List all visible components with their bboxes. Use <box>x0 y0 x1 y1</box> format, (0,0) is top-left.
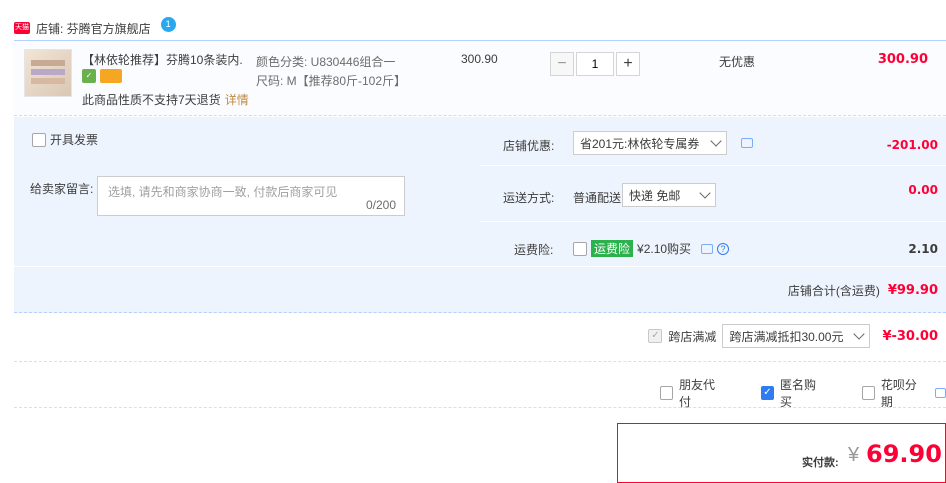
insurance-price: ¥2.10购买 <box>637 242 692 256</box>
shield-icon[interactable]: ✓ <box>82 69 96 83</box>
payment-summary: 实付款: ¥ 69.90 <box>617 423 946 483</box>
payment-amount: 69.90 <box>866 440 942 468</box>
message-placeholder: 选填, 请先和商家协商一致, 付款后商家可见 <box>108 185 338 199</box>
item-discount: 无优惠 <box>719 55 756 69</box>
shop-discount-label: 店铺优惠: <box>503 139 555 153</box>
message-label: 给卖家留言: <box>30 182 94 196</box>
comment-icon[interactable] <box>741 138 753 148</box>
product-thumbnail[interactable] <box>24 49 72 97</box>
invoice-checkbox[interactable] <box>32 132 46 147</box>
chevron-down-icon <box>710 134 722 147</box>
divider <box>14 266 946 267</box>
message-textarea[interactable]: 选填, 请先和商家协商一致, 付款后商家可见 0/200 <box>97 176 405 216</box>
cross-store-checkbox: ✓ <box>648 329 663 343</box>
shop-header: 天猫 店铺: 芬腾官方旗舰店 1 <box>14 16 176 38</box>
shop-total-label: 店铺合计(含运费) <box>787 284 880 298</box>
unit-price: 300.90 <box>461 52 498 66</box>
checkout-options: 朋友代付 ✓ 匿名购买 花呗分期 <box>660 376 946 410</box>
anonymous-checkbox[interactable]: ✓ <box>760 386 774 400</box>
shop-total-amount: ¥99.90 <box>887 283 938 298</box>
friend-pay-checkbox[interactable] <box>660 386 673 400</box>
insurance-option[interactable]: 运费险 ¥2.10购买 ? <box>573 240 730 257</box>
shipping-type: 普通配送 <box>573 191 622 205</box>
cross-store-discount: ✓ 跨店满减 跨店满减抵扣30.00元 ¥-30.00 <box>648 324 938 348</box>
huabei-label: 花呗分期 <box>880 378 917 409</box>
divider <box>14 361 946 362</box>
tmall-logo-icon: 天猫 <box>14 22 30 34</box>
insurance-tag: 运费险 <box>591 240 634 257</box>
anonymous-label: 匿名购买 <box>779 378 816 409</box>
cross-store-value: 跨店满减抵扣30.00元 <box>729 329 844 344</box>
return-policy-note: 此商品性质不支持7天退货 详情 <box>82 91 249 108</box>
product-title-link[interactable]: 【林依轮推荐】芬腾10条装内... <box>82 51 242 68</box>
friend-pay-label: 朋友代付 <box>678 378 715 409</box>
card-icon[interactable] <box>100 69 122 83</box>
insurance-amount: 2.10 <box>908 242 938 256</box>
service-badges: ✓ <box>82 69 122 83</box>
shipping-value: 快递 免邮 <box>629 188 681 203</box>
divider <box>480 165 946 166</box>
chevron-down-icon <box>853 327 866 340</box>
message-char-count: 0/200 <box>365 198 396 212</box>
huabei-checkbox[interactable] <box>861 386 875 400</box>
cross-store-label: 跨店满减 <box>668 329 717 344</box>
return-details-link[interactable]: 详情 <box>225 93 249 107</box>
chevron-down-icon <box>699 186 711 199</box>
insurance-label: 运费险: <box>514 243 554 257</box>
wangwang-chat-icon[interactable]: 1 <box>160 16 176 32</box>
help-icon[interactable]: ? <box>717 242 730 255</box>
divider <box>14 407 946 408</box>
return-policy-text: 此商品性质不支持7天退货 <box>82 93 221 107</box>
cross-store-select[interactable]: 跨店满减抵扣30.00元 <box>722 324 871 348</box>
shop-discount-value: 省201元:林依轮专属券 <box>580 136 700 151</box>
insurance-checkbox[interactable] <box>573 241 587 256</box>
item-subtotal: 300.90 <box>877 52 928 67</box>
invoice-label: 开具发票 <box>50 133 99 147</box>
payment-label: 实付款: <box>802 457 839 469</box>
qty-plus-button[interactable]: + <box>616 52 640 76</box>
currency-symbol: ¥ <box>848 444 860 466</box>
shop-discount-select[interactable]: 省201元:林依轮专属券 <box>573 131 727 155</box>
cross-store-amount: ¥-30.00 <box>882 328 938 344</box>
comment-icon[interactable] <box>934 388 946 398</box>
shop-total: 店铺合计(含运费) ¥99.90 <box>788 282 938 299</box>
divider <box>480 221 946 222</box>
sku-color: 颜色分类: U830446组合一 <box>256 55 396 69</box>
shop-name-link[interactable]: 店铺: 芬腾官方旗舰店 <box>36 20 151 37</box>
comment-icon[interactable] <box>701 243 714 254</box>
shipping-amount: 0.00 <box>908 183 938 197</box>
invoice-option[interactable]: 开具发票 <box>32 131 98 148</box>
shipping-label: 运送方式: <box>503 191 555 205</box>
qty-minus-button[interactable]: − <box>550 52 574 76</box>
quantity-stepper: − + <box>550 52 640 76</box>
shop-discount-amount: -201.00 <box>886 138 938 152</box>
item-row: 【林依轮推荐】芬腾10条装内... ✓ 此商品性质不支持7天退货 详情 颜色分类:… <box>14 40 946 116</box>
sku-size: 尺码: M【推荐80斤-102斤】 <box>256 74 407 88</box>
shipping-select[interactable]: 快递 免邮 <box>622 183 716 207</box>
quantity-input[interactable] <box>576 52 614 76</box>
